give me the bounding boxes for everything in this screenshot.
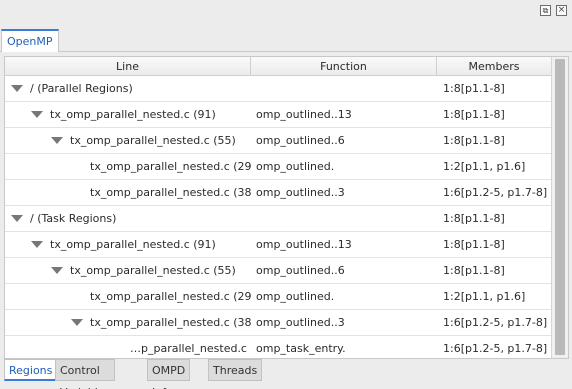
restore-icon[interactable]: ⧉ — [540, 5, 551, 16]
function-cell: omp_outlined..3 — [256, 316, 345, 329]
table-row[interactable]: tx_omp_parallel_nested.c (38) omp_outline… — [5, 310, 552, 336]
table-row[interactable]: tx_omp_parallel_nested.c (55) omp_outline… — [5, 258, 552, 284]
line-cell: tx_omp_parallel_nested.c (38) — [5, 310, 251, 335]
members-cell: 1:2[p1.1, p1.6] — [443, 160, 526, 173]
table-row[interactable]: / (Task Regions) 1:8[p1.1-8] — [5, 206, 552, 232]
expand-triangle-icon[interactable] — [71, 319, 83, 326]
tab-openmp[interactable]: OpenMP — [1, 29, 59, 52]
line-label: tx_omp_parallel_nested.c (55) — [70, 134, 236, 147]
function-cell — [256, 76, 436, 101]
tab-threads[interactable]: Threads — [208, 359, 263, 381]
function-cell — [256, 206, 436, 231]
tab-regions[interactable]: Regions — [4, 359, 58, 381]
line-label: / (Task Regions) — [30, 212, 117, 225]
line-cell: tx_omp_parallel_nested.c (91) — [5, 102, 251, 127]
column-header-line[interactable]: Line — [5, 57, 251, 76]
regions-panel: Line Function Members / (Parallel Region… — [4, 56, 569, 359]
line-cell: tx_omp_parallel_nested.c (91) — [5, 232, 251, 257]
line-cell: / (Task Regions) — [5, 206, 251, 231]
tab-control-variables[interactable]: Control Variables — [55, 359, 116, 389]
tab-ompd-info[interactable]: OMPD Info — [147, 359, 191, 389]
members-cell: 1:8[p1.1-8] — [443, 212, 505, 225]
function-cell: omp_outlined..13 — [256, 108, 352, 121]
line-label: …p_parallel_nested.c (42) — [130, 342, 251, 355]
function-cell: omp_task_entry. — [256, 342, 346, 355]
vertical-scrollbar[interactable] — [551, 57, 568, 358]
members-cell: 1:6[p1.2-5, p1.7-8] — [443, 316, 548, 329]
table-row[interactable]: tx_omp_parallel_nested.c (38) omp_outline… — [5, 180, 552, 206]
line-cell: tx_omp_parallel_nested.c (29) — [5, 284, 251, 309]
line-cell: tx_omp_parallel_nested.c (55) — [5, 258, 251, 283]
expand-triangle-icon[interactable] — [51, 137, 63, 144]
regions-tree: / (Parallel Regions) 1:8[p1.1-8] tx_omp_pa… — [5, 76, 552, 358]
function-cell: omp_outlined..3 — [256, 186, 345, 199]
table-row[interactable]: …p_parallel_nested.c (42) omp_task_entry.… — [5, 336, 552, 358]
members-cell: 1:8[p1.1-8] — [443, 82, 505, 95]
view-title-bar: ⧉ × — [0, 0, 572, 24]
line-label: / (Parallel Regions) — [30, 82, 133, 95]
scrollbar-thumb[interactable] — [555, 59, 565, 355]
function-cell: omp_outlined..6 — [256, 264, 345, 277]
members-cell: 1:6[p1.2-5, p1.7-8] — [443, 342, 548, 355]
members-cell: 1:8[p1.1-8] — [443, 264, 505, 277]
table-row[interactable]: tx_omp_parallel_nested.c (55) omp_outline… — [5, 128, 552, 154]
view-tab-strip: OpenMP — [0, 24, 572, 52]
members-cell: 1:8[p1.1-8] — [443, 134, 505, 147]
line-cell: tx_omp_parallel_nested.c (29) — [5, 154, 251, 179]
line-cell: tx_omp_parallel_nested.c (38) — [5, 180, 251, 205]
members-cell: 1:8[p1.1-8] — [443, 108, 505, 121]
members-cell: 1:8[p1.1-8] — [443, 238, 505, 251]
function-cell: omp_outlined. — [256, 290, 335, 303]
expand-triangle-icon[interactable] — [31, 111, 43, 118]
column-header-function[interactable]: Function — [251, 57, 437, 76]
function-cell: omp_outlined..6 — [256, 134, 345, 147]
members-cell: 1:6[p1.2-5, p1.7-8] — [443, 186, 548, 199]
table-row[interactable]: tx_omp_parallel_nested.c (91) omp_outline… — [5, 102, 552, 128]
line-label: tx_omp_parallel_nested.c (91) — [50, 238, 216, 251]
members-cell: 1:2[p1.1, p1.6] — [443, 290, 526, 303]
column-header-members[interactable]: Members — [437, 57, 552, 76]
close-icon[interactable]: × — [556, 5, 567, 16]
table-row[interactable]: tx_omp_parallel_nested.c (29) omp_outline… — [5, 154, 552, 180]
table-row[interactable]: tx_omp_parallel_nested.c (29) omp_outline… — [5, 284, 552, 310]
expand-triangle-icon[interactable] — [31, 241, 43, 248]
line-cell: tx_omp_parallel_nested.c (55) — [5, 128, 251, 153]
line-label: tx_omp_parallel_nested.c (38) — [90, 186, 251, 199]
expand-triangle-icon[interactable] — [11, 85, 23, 92]
line-label: tx_omp_parallel_nested.c (91) — [50, 108, 216, 121]
expand-triangle-icon[interactable] — [51, 267, 63, 274]
line-cell: / (Parallel Regions) — [5, 76, 251, 101]
table-row[interactable]: / (Parallel Regions) 1:8[p1.1-8] — [5, 76, 552, 102]
line-label: tx_omp_parallel_nested.c (29) — [90, 160, 251, 173]
line-cell: …p_parallel_nested.c (42) — [5, 336, 251, 358]
function-cell: omp_outlined. — [256, 160, 335, 173]
table-header: Line Function Members — [5, 57, 552, 76]
line-label: tx_omp_parallel_nested.c (55) — [70, 264, 236, 277]
table-row[interactable]: tx_omp_parallel_nested.c (91) omp_outline… — [5, 232, 552, 258]
function-cell: omp_outlined..13 — [256, 238, 352, 251]
line-label: tx_omp_parallel_nested.c (38) — [90, 316, 251, 329]
expand-triangle-icon[interactable] — [11, 215, 23, 222]
line-label: tx_omp_parallel_nested.c (29) — [90, 290, 251, 303]
